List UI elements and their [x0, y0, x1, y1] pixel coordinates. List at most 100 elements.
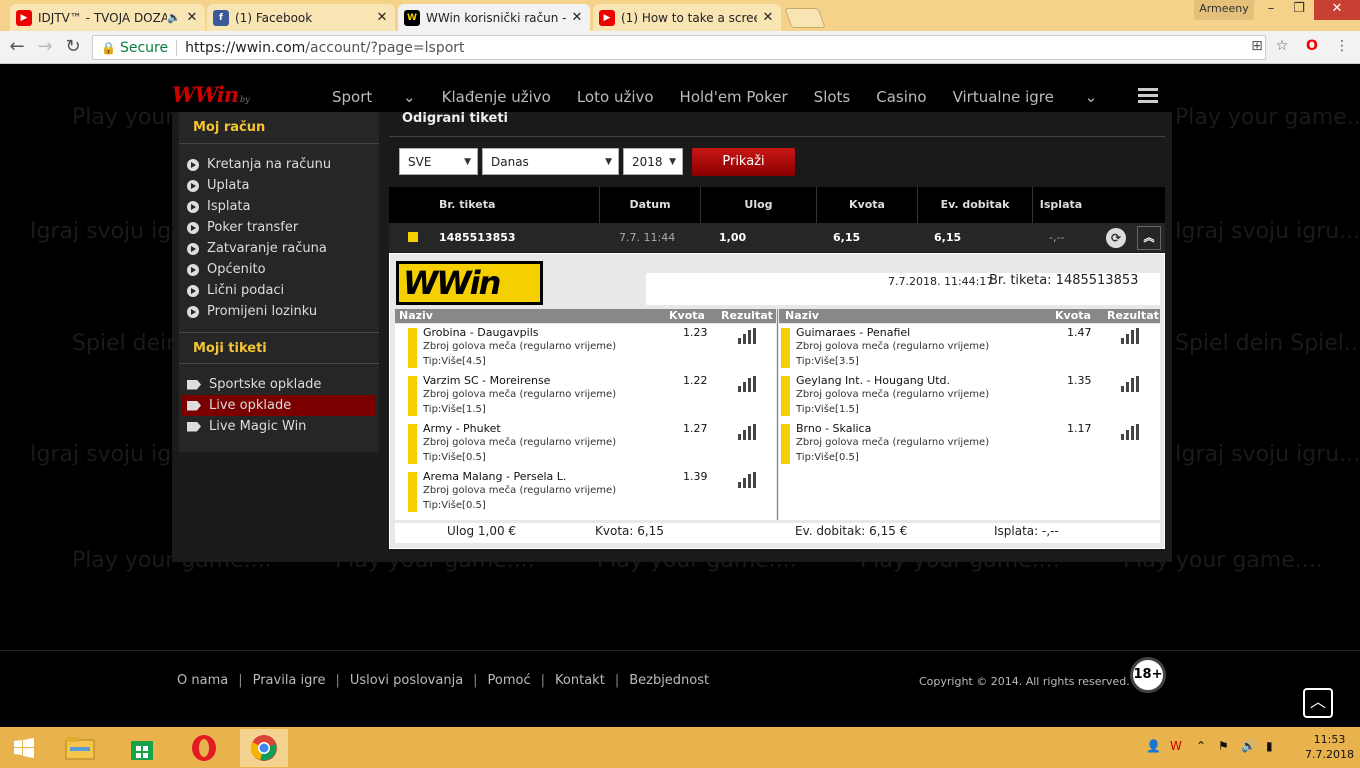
tray-up-icon[interactable]: ⌃	[1196, 739, 1206, 753]
translate-icon[interactable]: ⊞	[1248, 38, 1266, 56]
list-item: Brno - Skalica Zbroj golova meča (regular…	[779, 420, 1161, 468]
tab-idjtv[interactable]: ▶ IDJTV™ - TVOJA DOZA 🔈 ✕	[10, 4, 205, 31]
sidebar-item-close-account[interactable]: Zatvaranje računa	[179, 238, 379, 259]
year-select[interactable]: 2018 ▼	[623, 148, 683, 175]
footer-link-security[interactable]: Bezbjednost	[629, 673, 709, 688]
tab-how-to[interactable]: ▶ (1) How to take a screens ✕	[593, 4, 781, 31]
tab-close-icon[interactable]: ✕	[570, 10, 584, 25]
bookmark-star-icon[interactable]: ☆	[1273, 38, 1291, 56]
sidebar-item-live-magic-win[interactable]: Live Magic Win	[179, 416, 379, 437]
sidebar-item-change-password[interactable]: Promijeni lozinku	[179, 301, 379, 322]
footer-links: O nama | Pravila igre | Uslovi poslovanja |…	[177, 673, 710, 688]
footer-link-about[interactable]: O nama	[177, 673, 228, 688]
show-button[interactable]: Prikaži	[692, 148, 795, 176]
hamburger-menu-icon[interactable]	[1138, 88, 1158, 104]
ticket-left-header: Naziv Kvota Rezultat	[395, 309, 776, 323]
footer-link-help[interactable]: Pomoć	[488, 673, 531, 688]
browser-tab-strip: ▶ IDJTV™ - TVOJA DOZA 🔈 ✕ f (1) Facebook…	[0, 0, 1360, 31]
period-select[interactable]: Danas ▼	[482, 148, 619, 175]
tray-app-icon[interactable]: W	[1170, 739, 1182, 753]
nav-slots[interactable]: Slots	[814, 88, 851, 106]
tab-facebook[interactable]: f (1) Facebook ✕	[207, 4, 395, 31]
nav-casino[interactable]: Casino	[876, 88, 926, 106]
minimize-icon[interactable]: –	[1256, 0, 1286, 20]
site-logo[interactable]: WWinby Williams betting	[172, 84, 250, 132]
tab-wwin[interactable]: W WWin korisnički račun - L ✕	[398, 4, 590, 31]
stats-bars-icon[interactable]	[738, 376, 756, 392]
play-circle-icon	[187, 284, 199, 297]
nav-virtual-games[interactable]: Virtualne igre ⌄	[953, 88, 1098, 106]
back-arrow-icon[interactable]: ←	[6, 37, 28, 57]
flag-icon[interactable]: ⚑	[1218, 739, 1229, 753]
store-icon[interactable]	[118, 729, 166, 767]
windows-start-icon[interactable]	[0, 729, 48, 767]
volume-icon[interactable]: 🔊	[1241, 739, 1256, 753]
stats-bars-icon[interactable]	[1121, 376, 1139, 392]
page-title: Odigrani tiketi	[389, 112, 1165, 137]
menu-dots-icon[interactable]: ⋮	[1333, 38, 1351, 56]
site-footer: O nama | Pravila igre | Uslovi poslovanja |…	[0, 650, 1360, 727]
nav-sport[interactable]: Sport ⌄	[332, 88, 416, 106]
footer-link-contact[interactable]: Kontakt	[555, 673, 605, 688]
maximize-icon[interactable]: ❐	[1284, 0, 1314, 20]
sidebar-item-sport-bets[interactable]: Sportske opklade	[179, 374, 379, 395]
sidebar-item-transactions[interactable]: Kretanja na računu	[179, 154, 379, 175]
watermark: Igraj svoju igru...	[1175, 219, 1360, 244]
tag-icon	[187, 421, 201, 432]
wwin-icon: W	[404, 9, 420, 26]
ticket-right-header: Naziv Kvota Rezultat	[779, 309, 1160, 323]
tab-close-icon[interactable]: ✕	[185, 10, 199, 25]
filters: SVE ▼ Danas ▼ 2018 ▼	[399, 148, 683, 175]
scroll-top-icon[interactable]: ︿	[1303, 688, 1333, 718]
table-row[interactable]: 1485513853 7.7. 11:44 1,00 6,15 6,15 -,-…	[389, 223, 1165, 252]
new-tab-button[interactable]	[784, 8, 826, 28]
forward-arrow-icon[interactable]: →	[34, 37, 56, 57]
nav-live-betting[interactable]: Klađenje uživo	[442, 88, 551, 106]
opera-icon[interactable]: O	[1303, 38, 1321, 56]
file-explorer-icon[interactable]	[56, 729, 104, 767]
speaker-icon[interactable]: 🔈	[167, 11, 181, 24]
profile-button[interactable]: Armeeny	[1194, 0, 1254, 20]
dropdown-arrow-icon: ▼	[605, 156, 612, 167]
sidebar-item-poker-transfer[interactable]: Poker transfer	[179, 217, 379, 238]
sidebar-item-personal-data[interactable]: Lični podaci	[179, 280, 379, 301]
type-select[interactable]: SVE ▼	[399, 148, 478, 175]
stats-bars-icon[interactable]	[738, 472, 756, 488]
youtube-icon: ▶	[16, 9, 32, 26]
facebook-icon: f	[213, 9, 229, 26]
stats-bars-icon[interactable]	[1121, 424, 1139, 440]
sidebar-item-general[interactable]: Općenito	[179, 259, 379, 280]
nav-holdem-poker[interactable]: Hold'em Poker	[680, 88, 788, 106]
footer-link-rules[interactable]: Pravila igre	[253, 673, 326, 688]
ticket-detail: WWin 7.7.2018. 11:44:17 Br. tiketa: 1485…	[389, 253, 1165, 549]
collapse-icon[interactable]: ︽	[1137, 226, 1161, 250]
taskbar-clock[interactable]: 11:53 7.7.2018	[1305, 732, 1354, 762]
opera-taskbar-icon[interactable]	[180, 729, 228, 767]
window-close-icon[interactable]: ✕	[1314, 0, 1360, 20]
nav-live-lotto[interactable]: Loto uživo	[577, 88, 654, 106]
url-path: /account/?page=lsport	[305, 39, 465, 56]
reload-icon[interactable]: ↻	[62, 37, 84, 57]
list-item: Arema Malang - Persela L. Zbroj golova me…	[395, 468, 777, 516]
user-tray-icon[interactable]: 👤	[1146, 739, 1161, 753]
cashout-icon[interactable]: ⟳	[1106, 228, 1126, 248]
list-item: Geylang Int. - Hougang Utd. Zbroj golova …	[779, 372, 1161, 420]
address-bar[interactable]: 🔒 Secure https://wwin.com/account/?page=…	[92, 35, 1266, 60]
stats-bars-icon[interactable]	[1121, 328, 1139, 344]
chrome-taskbar-icon[interactable]	[240, 729, 288, 767]
play-circle-icon	[187, 305, 199, 318]
stats-bars-icon[interactable]	[738, 424, 756, 440]
play-circle-icon	[187, 242, 199, 255]
tab-close-icon[interactable]: ✕	[375, 10, 389, 25]
sidebar-item-deposit[interactable]: Uplata	[179, 175, 379, 196]
network-icon[interactable]: ▮	[1266, 739, 1273, 753]
sidebar-item-withdraw[interactable]: Isplata	[179, 196, 379, 217]
tickets-main: Odigrani tiketi SVE ▼ Danas ▼ 2018 ▼ Prikaž…	[389, 112, 1165, 562]
stats-bars-icon[interactable]	[738, 328, 756, 344]
ticket-left-events: Grobina - Daugavpils Zbroj golova meča (r…	[395, 324, 776, 520]
footer-link-terms[interactable]: Uslovi poslovanja	[350, 673, 463, 688]
sidebar-item-live-bets[interactable]: Live opklade	[182, 395, 376, 416]
lock-icon: 🔒	[101, 40, 116, 55]
list-item: Grobina - Daugavpils Zbroj golova meča (r…	[395, 324, 777, 372]
tab-close-icon[interactable]: ✕	[761, 10, 775, 25]
